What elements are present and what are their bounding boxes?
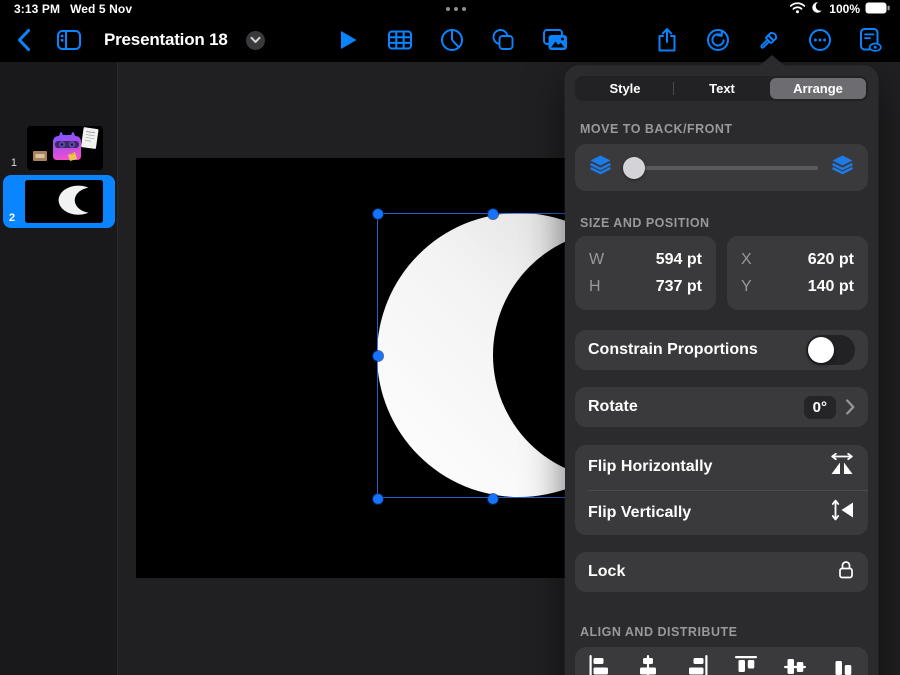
- flip-vertical-icon: [831, 498, 855, 527]
- format-popover: Style Text Arrange MOVE TO BACK/FRONT SI…: [565, 55, 878, 675]
- layer-order-slider-thumb[interactable]: [623, 156, 645, 179]
- align-horizontal-center-icon[interactable]: [635, 653, 662, 675]
- align-top-icon[interactable]: [732, 653, 759, 675]
- slide-2-selected-highlight: 2: [3, 175, 115, 228]
- rotate-row[interactable]: Rotate 0°: [575, 387, 868, 427]
- slide-1-thumbnail[interactable]: [27, 126, 103, 170]
- focus-moon-icon: [811, 1, 826, 17]
- selection-handle-bottom-left[interactable]: [373, 494, 383, 504]
- slide-navigator-icon[interactable]: [55, 26, 82, 54]
- multitasking-dots-icon[interactable]: [446, 7, 466, 11]
- selection-handle-bottom-center[interactable]: [488, 494, 498, 504]
- align-bottom-icon[interactable]: [830, 653, 857, 675]
- flip-horizontal-icon: [829, 453, 855, 481]
- title-dropdown-chevron-icon[interactable]: [245, 30, 265, 50]
- insert-table-icon[interactable]: [386, 26, 413, 54]
- move-section-label: MOVE TO BACK/FRONT: [580, 122, 733, 136]
- lock-button[interactable]: Lock: [575, 552, 868, 592]
- tab-text[interactable]: Text: [674, 78, 770, 99]
- flip-vertically-button[interactable]: Flip Vertically: [575, 491, 868, 536]
- x-value[interactable]: 620 pt: [808, 251, 854, 269]
- size-section-label: SIZE AND POSITION: [580, 216, 710, 230]
- insert-chart-icon[interactable]: [438, 26, 465, 54]
- align-vertical-center-icon[interactable]: [781, 653, 808, 675]
- height-value[interactable]: 737 pt: [656, 278, 702, 296]
- format-tabs: Style Text Arrange: [575, 76, 868, 101]
- width-value[interactable]: 594 pt: [656, 251, 702, 269]
- flip-vertically-label: Flip Vertically: [588, 503, 692, 521]
- wifi-icon: [789, 1, 806, 17]
- keynote-ipad-screen: 3:13 PM Wed 5 Nov 100% Presentation 18 1…: [0, 0, 900, 675]
- layer-order-slider-card: [575, 144, 868, 191]
- insert-shape-icon[interactable]: [490, 26, 517, 54]
- rotate-value-badge[interactable]: 0°: [803, 395, 836, 419]
- align-section-label: ALIGN AND DISTRIBUTE: [580, 625, 738, 639]
- align-left-icon[interactable]: [586, 653, 613, 675]
- slide-2-number: 2: [9, 212, 16, 224]
- width-label: W: [589, 250, 605, 268]
- y-label: Y: [741, 277, 752, 295]
- more-ellipsis-icon[interactable]: [806, 26, 833, 54]
- selection-handle-middle-left[interactable]: [373, 351, 383, 361]
- constrain-proportions-label: Constrain Proportions: [588, 341, 758, 358]
- document-title[interactable]: Presentation 18: [104, 30, 228, 50]
- move-to-back-icon[interactable]: [588, 153, 613, 182]
- align-right-icon[interactable]: [684, 653, 711, 675]
- lock-icon: [837, 559, 855, 586]
- format-paintbrush-icon[interactable]: [755, 26, 782, 54]
- rotate-chevron-icon: [846, 399, 855, 415]
- x-label: X: [741, 250, 752, 268]
- move-to-front-icon[interactable]: [830, 153, 855, 182]
- constrain-proportions-row: Constrain Proportions: [575, 330, 868, 370]
- size-wh-card: W 594 pt H 737 pt: [575, 236, 716, 310]
- rotate-label: Rotate: [588, 398, 638, 415]
- insert-media-icon[interactable]: [542, 26, 569, 54]
- battery-icon: [865, 2, 890, 17]
- play-button[interactable]: [334, 26, 361, 54]
- layer-order-slider[interactable]: [623, 156, 818, 179]
- flip-group-card: Flip Horizontally Flip Vertically: [575, 445, 868, 535]
- slide-1-number: 1: [10, 157, 17, 169]
- selection-handle-top-center[interactable]: [488, 209, 498, 219]
- back-chevron-icon[interactable]: [10, 26, 37, 54]
- slide-navigator-sidebar: 1 2: [0, 62, 118, 675]
- battery-percent: 100%: [829, 2, 860, 16]
- clock-date: Wed 5 Nov: [70, 2, 133, 16]
- lock-label: Lock: [588, 563, 626, 580]
- align-distribute-card: [575, 647, 868, 675]
- tab-arrange[interactable]: Arrange: [770, 78, 866, 99]
- undo-icon[interactable]: [704, 26, 731, 54]
- share-icon[interactable]: [653, 26, 680, 54]
- flip-horizontally-label: Flip Horizontally: [588, 458, 713, 476]
- tab-style[interactable]: Style: [577, 78, 673, 99]
- y-value[interactable]: 140 pt: [808, 278, 854, 296]
- status-bar: 3:13 PM Wed 5 Nov 100%: [0, 0, 900, 18]
- constrain-proportions-toggle[interactable]: [806, 335, 855, 365]
- clock-time: 3:13 PM: [14, 2, 61, 16]
- slide-2-thumbnail[interactable]: [25, 180, 103, 223]
- position-xy-card: X 620 pt Y 140 pt: [727, 236, 868, 310]
- flip-horizontally-button[interactable]: Flip Horizontally: [575, 445, 868, 490]
- popover-caret: [758, 55, 786, 67]
- presenter-notes-icon[interactable]: [857, 26, 884, 54]
- height-label: H: [589, 277, 601, 295]
- selection-handle-top-left[interactable]: [373, 209, 383, 219]
